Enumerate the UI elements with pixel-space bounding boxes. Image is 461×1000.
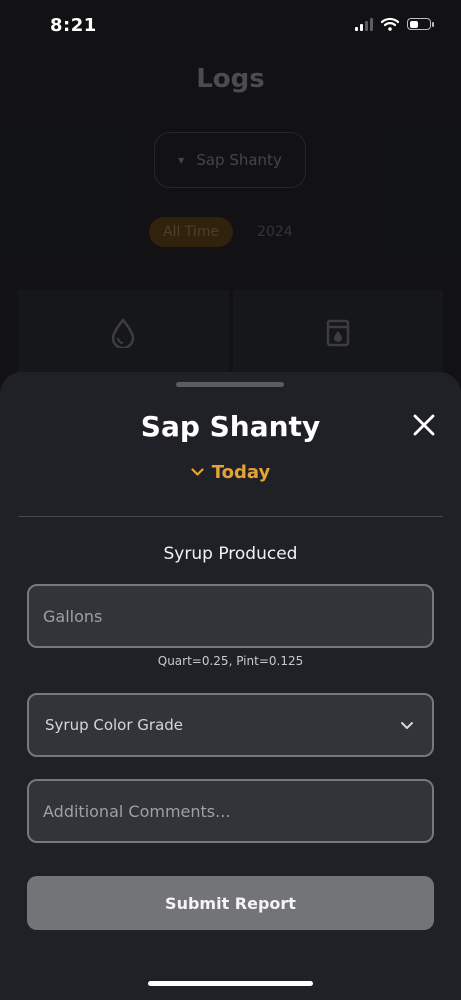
date-selector-label: Today	[211, 462, 271, 483]
gallons-input[interactable]	[41, 605, 420, 627]
submit-report-button[interactable]: Submit Report	[27, 876, 434, 930]
comments-input[interactable]	[41, 800, 420, 822]
screen: Logs ▼ Sap Shanty All Time 2024 8:21 Sap…	[0, 0, 461, 1000]
color-grade-select[interactable]: Syrup Color Grade	[27, 693, 434, 757]
home-indicator[interactable]	[148, 981, 313, 986]
section-label: Syrup Produced	[163, 544, 298, 564]
sheet-title: Sap Shanty	[140, 410, 321, 443]
close-icon	[413, 414, 435, 436]
status-icons	[355, 17, 434, 31]
gallons-field[interactable]	[27, 584, 434, 648]
date-selector[interactable]: Today	[0, 462, 461, 483]
status-bar: 8:21	[0, 0, 461, 52]
battery-level	[409, 20, 419, 28]
gallons-helper-text: Quart=0.25, Pint=0.125	[157, 654, 304, 668]
cellular-signal-icon	[355, 17, 373, 31]
wifi-icon	[381, 17, 399, 31]
comments-field[interactable]	[27, 779, 434, 843]
color-grade-selected: Syrup Color Grade	[45, 716, 184, 734]
battery-icon	[407, 18, 434, 30]
sheet-grabber[interactable]	[176, 382, 284, 387]
divider	[18, 516, 443, 517]
report-sheet: Sap Shanty Today Syrup Produced Quart=0.…	[0, 372, 461, 1000]
close-button[interactable]	[411, 412, 437, 438]
chevron-down-icon	[191, 468, 204, 476]
chevron-down-icon	[401, 721, 413, 729]
status-time: 8:21	[50, 15, 97, 36]
